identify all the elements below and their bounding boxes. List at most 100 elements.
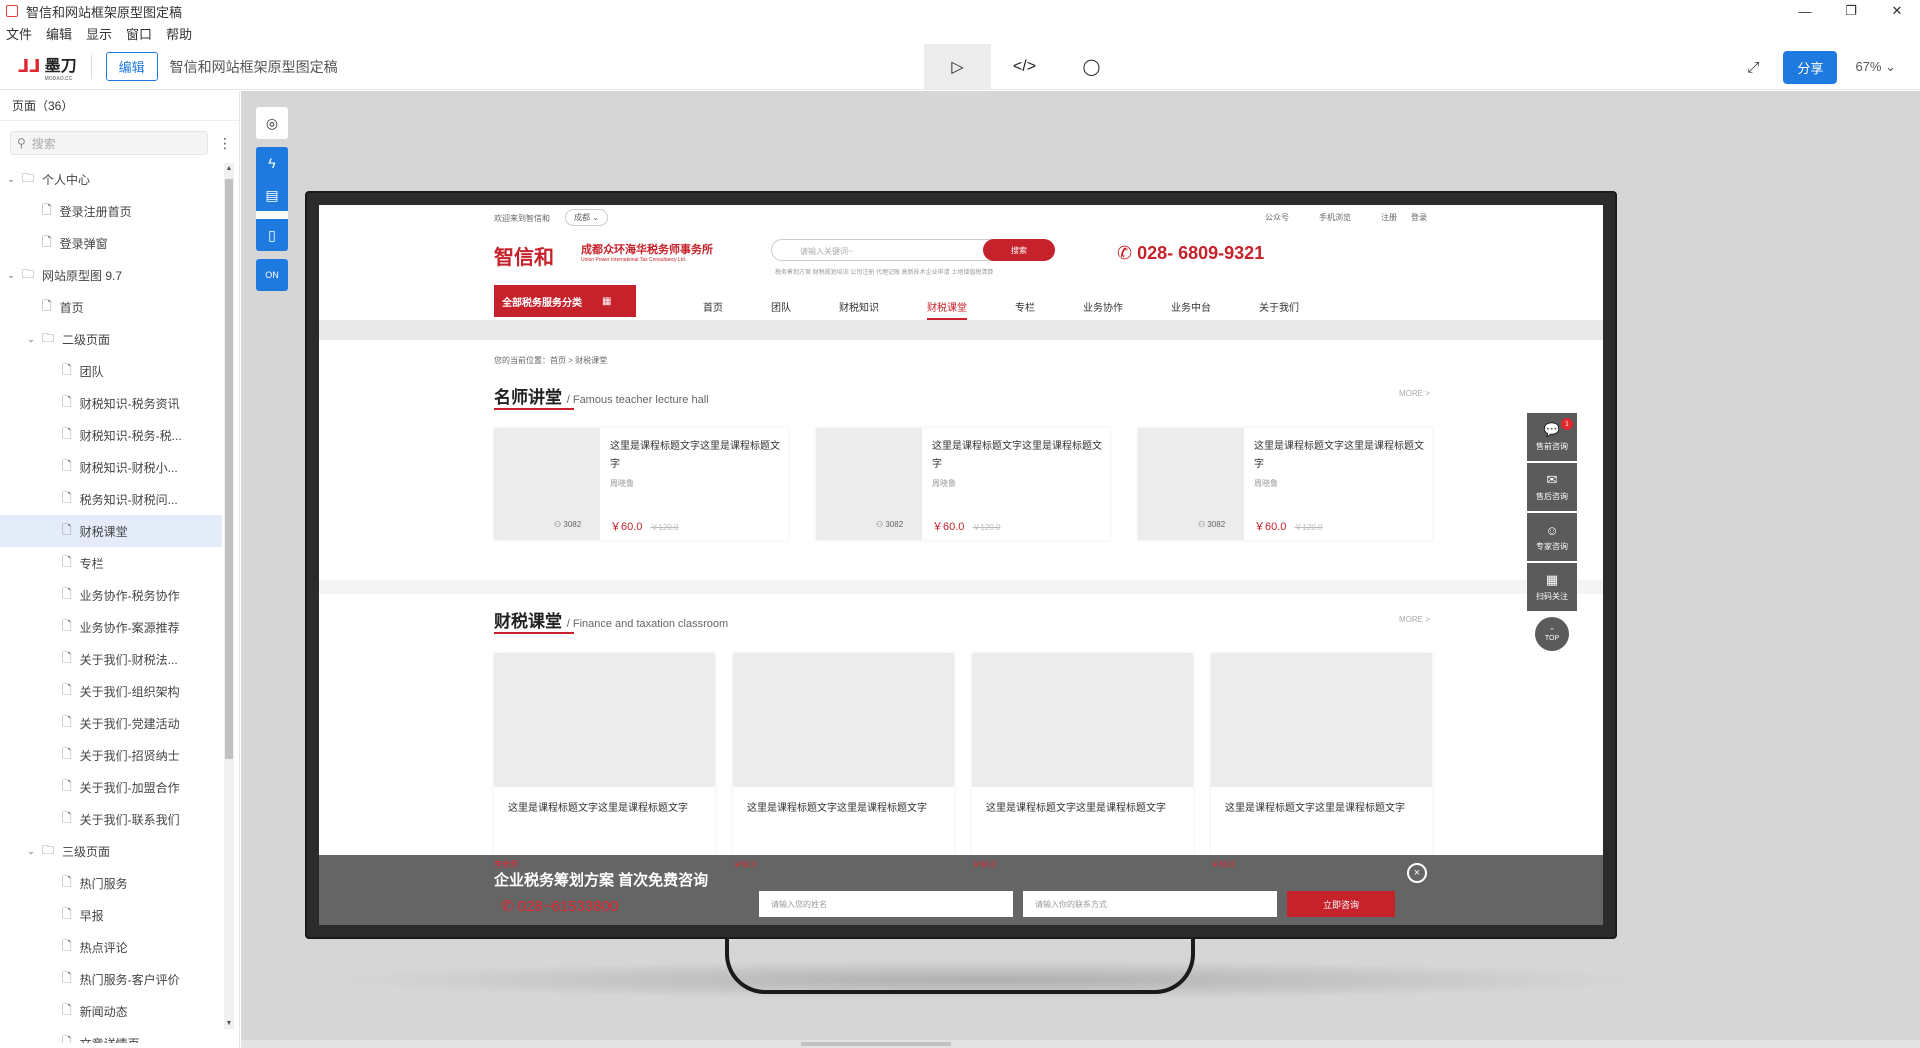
minimize-button[interactable]: — — [1782, 0, 1828, 22]
tree-folder[interactable]: ⌄ 🗀 二级页面 — [0, 323, 222, 355]
tree-page[interactable]: 🗋 早报 — [0, 899, 222, 931]
chevron-down-icon[interactable]: ⌄ — [6, 270, 16, 281]
tree-page[interactable]: 🗋 热门服务-客户评价 — [0, 963, 222, 995]
site-nav-item[interactable]: 团队 — [771, 299, 791, 320]
contact-field[interactable]: 请输入你的联系方式 — [1023, 891, 1277, 917]
menu-file[interactable]: 文件 — [6, 24, 32, 43]
tree-page[interactable]: 🗋 业务协作-税务协作 — [0, 579, 222, 611]
chevron-down-icon[interactable]: ⌄ — [26, 334, 36, 345]
fullscreen-icon[interactable]: ⤢ — [1747, 59, 1759, 76]
close-button[interactable]: ✕ — [1874, 0, 1920, 22]
aftersale-consult-button[interactable]: ✉ 售后咨询 — [1527, 463, 1577, 511]
tree-page[interactable]: 🗋 新闻动态 — [0, 995, 222, 1027]
tree-page[interactable]: 🗋 团队 — [0, 355, 222, 387]
tree-item-label: 关于我们-财税法... — [79, 652, 178, 667]
scan-follow-button[interactable]: ▦ 扫码关注 — [1527, 563, 1577, 611]
city-select[interactable]: 成都 ⌄ — [565, 209, 608, 226]
price-text: ￥60.0 — [1254, 521, 1287, 533]
tree-folder[interactable]: ⌄ 🗀 网站原型图 9.7 — [0, 259, 222, 291]
mobile-link[interactable]: 手机浏览 — [1319, 212, 1351, 223]
chevron-down-icon[interactable]: ⌄ — [6, 174, 16, 185]
play-icon[interactable]: ▷ — [924, 44, 991, 90]
tree-page[interactable]: 🗋 首页 — [0, 291, 222, 323]
share-button[interactable]: 分享 — [1783, 50, 1838, 84]
site-search-button[interactable]: 搜索 — [983, 239, 1055, 261]
presale-consult-button[interactable]: 💬 售前咨询 1 — [1527, 413, 1577, 461]
menu-help[interactable]: 帮助 — [166, 24, 192, 43]
tree-page[interactable]: 🗋 关于我们-招贤纳士 — [0, 739, 222, 771]
code-icon[interactable]: </> — [991, 44, 1058, 90]
scroll-down-icon[interactable]: ▼ — [224, 1020, 234, 1027]
zoom-value: 67% — [1855, 59, 1882, 74]
toggle-on-icon[interactable]: ON — [256, 259, 288, 291]
maximize-button[interactable]: ❐ — [1828, 0, 1874, 22]
wechat-link[interactable]: 公众号 — [1265, 212, 1289, 223]
tree-page[interactable]: 🗋 财税课堂 — [0, 515, 222, 547]
search-placeholder: 搜索 — [31, 136, 56, 151]
site-nav-item[interactable]: 专栏 — [1015, 299, 1035, 320]
chevron-down-icon[interactable]: ⌄ — [26, 846, 36, 857]
menu-edit[interactable]: 编辑 — [46, 24, 72, 43]
scrollbar-thumb[interactable] — [225, 179, 233, 759]
tree-page[interactable]: 🗋 专栏 — [0, 547, 222, 579]
name-field[interactable]: 请输入您的姓名 — [759, 891, 1013, 917]
menu-view[interactable]: 显示 — [86, 24, 112, 43]
tree-page[interactable]: 🗋 财税知识-税务-税... — [0, 419, 222, 451]
tree-page[interactable]: 🗋 登录注册首页 — [0, 195, 222, 227]
site-nav-item[interactable]: 财税知识 — [839, 299, 879, 320]
tree-page[interactable]: 🗋 关于我们-财税法... — [0, 643, 222, 675]
consult-submit-button[interactable]: 立即咨询 — [1287, 891, 1395, 917]
site-nav-item[interactable]: 业务协作 — [1083, 299, 1123, 320]
scroll-up-icon[interactable]: ▲ — [224, 165, 234, 172]
site-phone-text: 028- 6809-9321 — [1137, 243, 1265, 263]
menu-window[interactable]: 窗口 — [126, 24, 152, 43]
tree-page[interactable]: 🗋 财税知识-税务资讯 — [0, 387, 222, 419]
all-services-button[interactable]: 全部税务服务分类 ▦ — [494, 285, 636, 317]
tree-page[interactable]: 🗋 关于我们-党建活动 — [0, 707, 222, 739]
more-options-icon[interactable]: ⋮ — [218, 135, 232, 152]
tree-page[interactable]: 🗋 热门服务 — [0, 867, 222, 899]
tree-page[interactable]: 🗋 登录弹窗 — [0, 227, 222, 259]
tree-page[interactable]: 🗋 业务协作-案源推荐 — [0, 611, 222, 643]
tree-page[interactable]: 🗋 财税知识-财税小... — [0, 451, 222, 483]
tree-page[interactable]: 🗋 关于我们-组织架构 — [0, 675, 222, 707]
search-input[interactable]: ⚲ 搜索 — [10, 131, 208, 155]
tree-item-label: 文章详情页 — [80, 1035, 140, 1044]
tree-page[interactable]: 🗋 文章详情页 — [0, 1027, 222, 1044]
site-nav-item-current[interactable]: 财税课堂 — [927, 299, 967, 320]
comment-icon[interactable]: ◯ — [1058, 44, 1125, 90]
close-icon[interactable]: × — [1407, 863, 1427, 883]
phone-device-icon[interactable]: ▯ — [256, 219, 288, 251]
note-icon[interactable]: ▤ — [256, 179, 288, 211]
tree-folder[interactable]: ⌄ 🗀 三级页面 — [0, 835, 222, 867]
lecture-card[interactable]: ⚇ 3082 这里是课程标题文字这里是课程标题文字 周晓鲁 ￥60.0 ￥120.… — [1138, 428, 1432, 540]
tree-page[interactable]: 🗋 关于我们-联系我们 — [0, 803, 222, 835]
tree-page[interactable]: 🗋 关于我们-加盟合作 — [0, 771, 222, 803]
edit-button[interactable]: 编辑 — [105, 52, 158, 81]
tree-folder[interactable]: ⌄ 🗀 个人中心 — [0, 163, 222, 195]
page-icon: 🗋 — [62, 362, 72, 377]
site-nav-item[interactable]: 关于我们 — [1259, 299, 1299, 320]
more-link[interactable]: MORE > — [1399, 389, 1430, 398]
brand-logo[interactable]: 智信和 — [494, 241, 554, 270]
zoom-select[interactable]: 67% ⌄ — [1855, 59, 1896, 75]
canvas-h-scrollbar[interactable] — [241, 1040, 1920, 1048]
app-logo[interactable]: ᒧᒧ 墨刀 MODAO.CC — [18, 52, 77, 82]
expert-consult-button[interactable]: ☺ 专家咨询 — [1527, 513, 1577, 561]
more-link[interactable]: MORE > — [1399, 615, 1430, 624]
target-icon[interactable]: ◎ — [256, 107, 288, 139]
site-nav-item[interactable]: 业务中台 — [1171, 299, 1211, 320]
site-nav-item[interactable]: 首页 — [703, 299, 723, 320]
lightning-icon[interactable]: ϟ — [256, 147, 288, 179]
sidebar-scrollbar[interactable]: ▲ ▼ — [224, 163, 234, 1029]
login-link[interactable]: 登录 — [1411, 212, 1427, 223]
lecture-card[interactable]: ⚇ 3082 这里是课程标题文字这里是课程标题文字 周晓鲁 ￥60.0 ￥120.… — [816, 428, 1110, 540]
scrollbar-thumb[interactable] — [801, 1042, 951, 1046]
register-link[interactable]: 注册 — [1381, 212, 1397, 223]
tree-page[interactable]: 🗋 税务知识-财税问... — [0, 483, 222, 515]
site-header: 欢迎来到智信和 成都 ⌄ 公众号 手机浏览 注册 登录 智信和 成都众环海华税务… — [319, 205, 1603, 320]
lecture-card[interactable]: ⚇ 3082 这里是课程标题文字这里是课程标题文字 周晓鲁 ￥60.0 ￥120.… — [494, 428, 788, 540]
page-icon: 🗋 — [62, 554, 72, 569]
back-to-top-button[interactable]: ⌃ TOP — [1535, 617, 1569, 651]
tree-page[interactable]: 🗋 热点评论 — [0, 931, 222, 963]
